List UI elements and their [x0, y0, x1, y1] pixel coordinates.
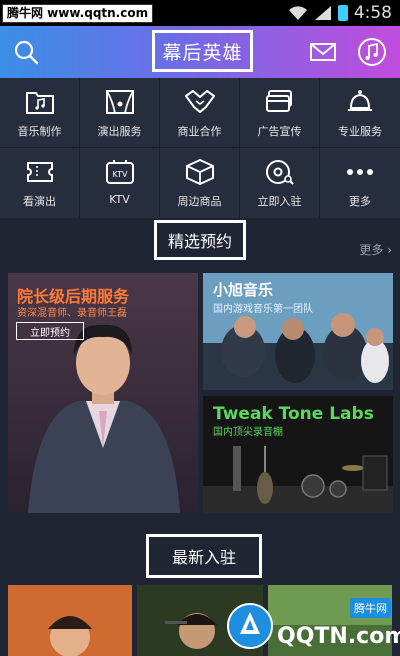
app-header: 幕后英雄: [0, 26, 400, 78]
mail-icon[interactable]: [307, 36, 339, 68]
grid-item-join-now[interactable]: 立即入驻: [240, 148, 320, 218]
more-dots-icon: [344, 156, 376, 188]
stage-icon: [104, 86, 136, 118]
more-link[interactable]: 更多 ›: [359, 241, 392, 258]
site-watermark: 腾牛网 www.qqtn.com: [2, 4, 154, 23]
grid-item-label: 音乐制作: [17, 125, 62, 138]
grid-item-professional[interactable]: 专业服务: [320, 78, 400, 148]
grid-item-label: KTV: [109, 193, 130, 206]
tweak-tone-title: Tweak Tone Labs: [213, 404, 374, 424]
latest-photo-1: [8, 585, 132, 656]
grid-item-music-production[interactable]: 音乐制作: [0, 78, 80, 148]
latest-item-1[interactable]: [8, 585, 132, 656]
grid-item-label: 更多: [349, 195, 371, 208]
tweak-tone-subtitle: 国内顶尖录音棚: [213, 427, 283, 438]
grid-item-watch-show[interactable]: 看演出: [0, 148, 80, 218]
grid-item-label: 周边商品: [177, 195, 222, 208]
grid-item-merchandise[interactable]: 周边商品: [160, 148, 240, 218]
bell-icon: [344, 86, 376, 118]
music-icon[interactable]: [356, 36, 388, 68]
page-title: 幕后英雄: [152, 30, 253, 72]
ktv-icon: KTV: [104, 156, 136, 188]
grid-item-ktv[interactable]: KTV KTV: [80, 148, 160, 218]
grid-item-more[interactable]: 更多: [320, 148, 400, 218]
latest-section-title: 最新入驻: [146, 534, 262, 578]
xiaoxu-title: 小旭音乐: [213, 281, 274, 299]
grid-item-performance[interactable]: 演出服务: [80, 78, 160, 148]
category-grid: 音乐制作 演出服务 商业合作 广告宣传 专业服务 看演出 KTV KTV 周边商…: [0, 78, 400, 218]
battery-icon: [337, 5, 348, 21]
signal-icon: [314, 6, 331, 20]
grid-item-business[interactable]: 商业合作: [160, 78, 240, 148]
handshake-icon: [184, 86, 216, 118]
qqtn-brand-text: QQTN.com: [277, 624, 400, 649]
featured-card-main[interactable]: 院长级后期服务 资深混音师、录音师王磊 立即预约: [8, 273, 198, 513]
grid-item-advertising[interactable]: 广告宣传: [240, 78, 320, 148]
grid-item-label: 专业服务: [338, 125, 382, 138]
main-card-subtitle: 资深混音师、录音师王磊: [17, 308, 127, 319]
grid-item-label: 看演出: [23, 195, 56, 208]
qqtn-tag: 腾牛网: [350, 598, 391, 618]
featured-card-tweak-tone[interactable]: Tweak Tone Labs 国内顶尖录音棚: [203, 396, 393, 513]
ticket-icon: [24, 156, 56, 188]
grid-item-label: 演出服务: [97, 125, 142, 138]
grid-item-label: 广告宣传: [257, 125, 302, 138]
clock: 4:58: [353, 3, 392, 23]
vinyl-icon: [264, 156, 296, 188]
wifi-icon: [288, 6, 307, 20]
featured-section-title: 精选预约: [154, 220, 246, 260]
music-folder-icon: [24, 86, 56, 118]
featured-card-xiaoxu[interactable]: 小旭音乐 国内游戏音乐第一团队: [203, 273, 393, 390]
grid-item-label: 立即入驻: [257, 195, 302, 208]
status-icons: 4:58: [288, 3, 392, 23]
status-bar: 腾牛网 www.qqtn.com 4:58: [0, 0, 400, 26]
search-icon[interactable]: [10, 36, 42, 68]
svg-text:KTV: KTV: [112, 170, 128, 179]
grid-item-label: 商业合作: [177, 125, 222, 138]
more-link-label: 更多: [359, 243, 384, 257]
chevron-right-icon: ›: [387, 243, 392, 257]
reserve-button[interactable]: 立即预约: [16, 322, 84, 340]
box-icon: [184, 156, 216, 188]
card-icon: [264, 86, 296, 118]
xiaoxu-subtitle: 国内游戏音乐第一团队: [213, 304, 313, 315]
qqtn-watermark: QQTN.com 腾牛网: [222, 596, 400, 654]
